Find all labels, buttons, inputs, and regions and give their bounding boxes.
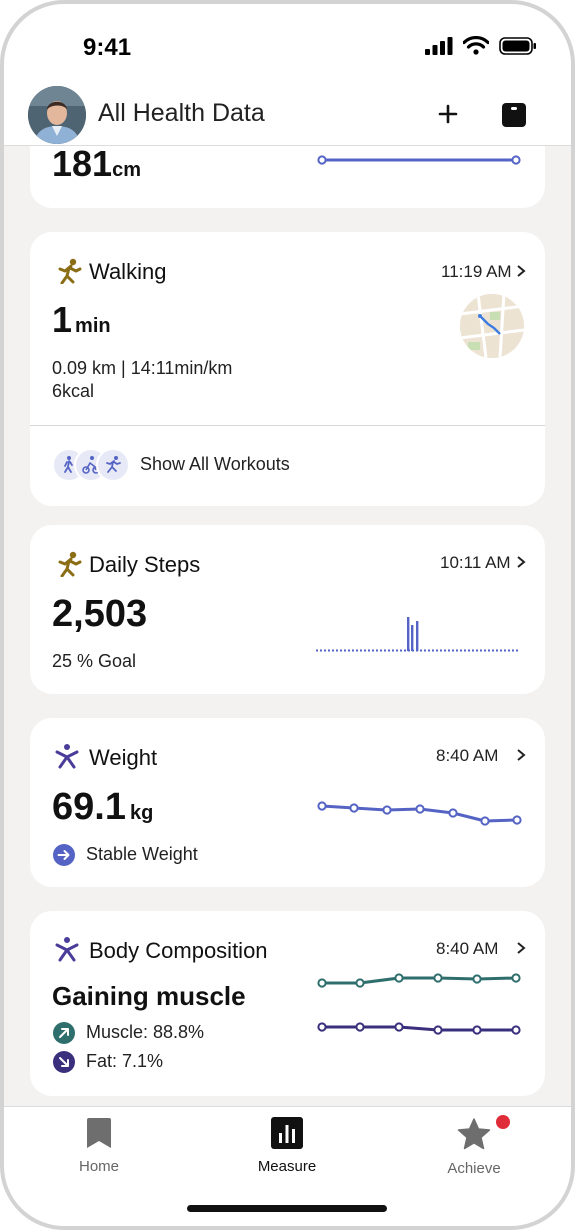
- bookmark-icon: [87, 1118, 111, 1148]
- page-title: All Health Data: [98, 99, 265, 127]
- body-composition-status: Gaining muscle: [52, 981, 246, 1011]
- fat-line-chart: [317, 1022, 521, 1035]
- chevron-right-icon: [517, 265, 526, 277]
- height-number: 181: [52, 146, 113, 184]
- wifi-icon: [463, 36, 489, 55]
- steps-title: Daily Steps: [89, 552, 201, 577]
- bar-chart-icon: [271, 1117, 303, 1149]
- tab-home-label: Home: [78, 1158, 119, 1175]
- height-value: 181cm: [52, 146, 141, 190]
- map-image: [460, 294, 524, 358]
- weight-unit: kg: [129, 802, 154, 824]
- walking-card[interactable]: Walking 11:19 AM 1 min 0.09 km | 14:11min…: [30, 232, 545, 506]
- daily-steps-card[interactable]: Daily Steps 10:11 AM 2,503 25 % Goal: [30, 525, 545, 694]
- body-composition-card[interactable]: Body Composition 8:40 AM Gaining muscle …: [30, 911, 545, 1096]
- walking-icon: [58, 258, 82, 284]
- tab-measure[interactable]: Measure: [227, 1117, 347, 1175]
- chevron-right-icon: [517, 556, 526, 568]
- weight-number: 69.1: [52, 786, 126, 828]
- height-trend-chart: [317, 155, 521, 165]
- walking-detail-calories: 6kcal: [52, 381, 95, 401]
- workout-type-icons: [52, 448, 132, 482]
- add-icon[interactable]: [432, 98, 464, 130]
- tab-achieve-label: Achieve: [447, 1160, 501, 1177]
- app-header: All Health Data: [0, 84, 575, 146]
- arrow-down-right-circle-icon: [53, 1051, 75, 1073]
- notification-badge: [496, 1115, 510, 1129]
- arrow-right-circle-icon: [53, 844, 75, 866]
- weight-time: 8:40 AM: [436, 746, 499, 765]
- walking-time: 11:19 AM: [441, 262, 512, 281]
- cellular-signal-icon: [425, 36, 453, 55]
- walking-duration-unit: min: [75, 315, 111, 337]
- chevron-right-icon: [517, 749, 526, 761]
- steps-time: 10:11 AM: [440, 553, 511, 572]
- avatar[interactable]: [28, 86, 86, 144]
- body-composition-time: 8:40 AM: [436, 939, 499, 958]
- walking-duration: 1 min: [52, 300, 111, 346]
- body-icon: [55, 937, 79, 962]
- status-icons: [425, 36, 537, 55]
- steps-value: 2,503: [52, 593, 148, 635]
- fat-label: Fat: 7.1%: [86, 1051, 164, 1071]
- home-indicator: [187, 1205, 387, 1212]
- weight-card[interactable]: Weight 8:40 AM 69.1 kg Stable Weight: [30, 718, 545, 887]
- tab-achieve[interactable]: Achieve: [414, 1115, 534, 1177]
- walking-detail-distance-pace: 0.09 km | 14:11min/km: [52, 358, 233, 378]
- walking-title: Walking: [89, 259, 167, 284]
- body-icon: [55, 744, 79, 769]
- running-icon: [96, 448, 130, 482]
- height-card[interactable]: 181cm: [30, 146, 545, 208]
- health-data-list[interactable]: 181cm Walking 11:19 AM 1 min 0.09 km | 14…: [0, 146, 575, 1106]
- show-all-workouts-label: Show All Workouts: [140, 454, 290, 474]
- tab-measure-label: Measure: [257, 1158, 317, 1175]
- scale-icon[interactable]: [502, 103, 526, 127]
- status-time: 9:41: [83, 34, 132, 61]
- profile-photo: [28, 86, 86, 144]
- show-all-workouts-row[interactable]: Show All Workouts: [30, 426, 545, 506]
- weight-trend-label: Stable Weight: [86, 844, 198, 864]
- steps-histogram-chart: [316, 617, 520, 652]
- star-icon: [457, 1118, 491, 1150]
- arrow-up-right-circle-icon: [53, 1022, 75, 1044]
- steps-goal: 25 % Goal: [52, 651, 137, 671]
- route-map-thumbnail[interactable]: [460, 294, 524, 358]
- tab-home[interactable]: Home: [39, 1117, 159, 1175]
- body-composition-title: Body Composition: [89, 938, 268, 963]
- steps-walking-icon: [58, 551, 82, 577]
- height-unit: cm: [112, 159, 141, 181]
- weight-line-chart: [317, 801, 522, 826]
- weight-title: Weight: [89, 745, 158, 770]
- weight-value: 69.1 kg: [52, 786, 153, 834]
- battery-icon: [499, 36, 536, 55]
- muscle-label: Muscle: 88.8%: [86, 1022, 205, 1042]
- chevron-right-icon: [517, 942, 526, 954]
- phone-screen: 9:41 All Health Data 181cm Walking 11:19…: [0, 0, 575, 1230]
- muscle-line-chart: [317, 973, 521, 988]
- status-bar: 9:41: [0, 0, 575, 84]
- walking-duration-number: 1: [52, 299, 73, 340]
